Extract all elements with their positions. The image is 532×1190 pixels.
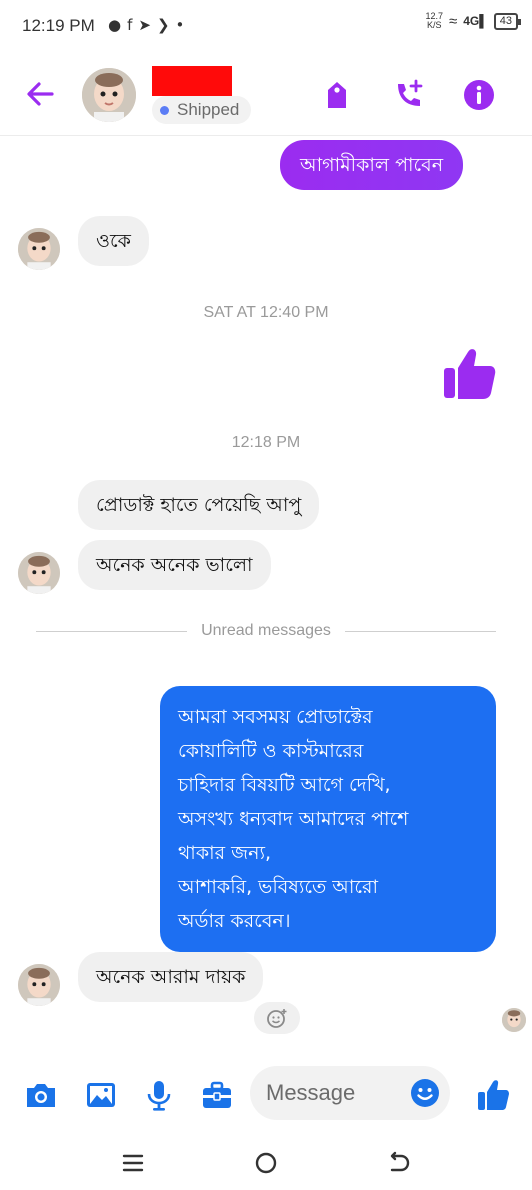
message-bubble-outgoing[interactable]: আগামীকাল পাবেন <box>280 140 464 190</box>
timestamp-divider: SAT AT 12:40 PM <box>203 304 329 321</box>
message-bubble-outgoing[interactable]: আমরা সবসময় প্রোডাক্টের কোয়ালিটি ও কাস্… <box>160 686 496 952</box>
menu-icon[interactable] <box>118 1148 148 1178</box>
chat-header: Shipped <box>0 52 532 136</box>
sender-avatar[interactable] <box>18 552 60 594</box>
chat-bubble-icon: ● <box>108 16 128 34</box>
back-arrow-icon[interactable] <box>22 76 58 112</box>
unread-divider: Unread messages <box>36 622 496 640</box>
message-bubble-incoming[interactable]: অনেক অনেক ভালো <box>78 540 271 590</box>
signal-label: 4G <box>463 14 480 28</box>
message-line: চাহিদার বিষয়টি আগে দেখি, <box>178 774 391 796</box>
tag-icon[interactable] <box>320 78 354 112</box>
net-speed-unit: K/S <box>426 20 442 30</box>
arrow-icon: ❯ <box>156 16 176 34</box>
contact-avatar[interactable] <box>82 68 136 122</box>
net-speed: 12.7 K/S <box>425 12 443 30</box>
timestamp-divider: 12:18 PM <box>231 434 301 451</box>
microphone-icon[interactable] <box>142 1078 176 1112</box>
status-text: Shipped <box>177 100 240 119</box>
message-text: ওকে <box>96 230 131 252</box>
battery-level: 43 <box>499 14 512 27</box>
message-line: থাকার জন্য, <box>178 842 271 864</box>
message-text: অনেক আরাম দায়ক <box>96 966 246 988</box>
status-dot <box>160 105 169 115</box>
info-icon[interactable] <box>462 78 496 112</box>
add-reaction-icon <box>267 1009 287 1028</box>
gallery-icon[interactable] <box>84 1078 118 1112</box>
message-bubble-incoming[interactable]: প্রোডাক্ট হাতে পেয়েছি আপু <box>78 480 320 530</box>
sender-avatar[interactable] <box>18 228 60 270</box>
seen-avatar <box>502 1008 526 1032</box>
like-sticker-icon[interactable] <box>440 344 498 402</box>
message-line: অর্ডার করবেন। <box>178 910 291 932</box>
emoji-icon[interactable] <box>410 1078 440 1108</box>
notification-icons: ●f➤❯• <box>108 16 190 34</box>
status-time: 12:19 PM <box>22 16 95 35</box>
wifi-icon: ≈ <box>448 12 458 30</box>
status-right: 12.7 K/S ≈ 4G▌ 43 <box>425 12 522 30</box>
order-status-chip[interactable]: Shipped <box>152 96 252 124</box>
message-composer <box>0 1062 532 1126</box>
home-icon[interactable] <box>251 1148 281 1178</box>
toolbox-icon[interactable] <box>200 1078 234 1112</box>
message-text: প্রোডাক্ট হাতে পেয়েছি আপু <box>96 494 302 516</box>
back-icon[interactable] <box>384 1148 414 1178</box>
camera-icon[interactable] <box>24 1078 58 1112</box>
dot-icon: • <box>175 16 191 34</box>
message-text: আগামীকাল পাবেন <box>300 154 444 176</box>
message-list[interactable]: আগামীকাল পাবেন ওকে SAT AT 12:40 PM 12:18… <box>0 136 532 1046</box>
battery-icon: 43 <box>493 12 522 30</box>
send-icon: ➤ <box>138 16 157 34</box>
message-input-container[interactable] <box>250 1066 450 1120</box>
system-nav-bar <box>0 1136 532 1190</box>
status-bar: 12:19 PM ●f➤❯• 12.7 K/S ≈ 4G▌ 43 <box>0 0 532 52</box>
message-line: আশাকরি, ভবিষ্যতে আরো <box>178 876 379 898</box>
message-line: আমরা সবসময় প্রোডাক্টের <box>178 706 373 728</box>
add-reaction-button[interactable] <box>254 1002 300 1034</box>
contact-name-redacted <box>152 66 232 96</box>
message-input[interactable] <box>266 1078 406 1108</box>
facebook-icon: f <box>127 16 139 34</box>
message-line: কোয়ালিটি ও কাস্টমারের <box>178 740 364 762</box>
message-bubble-incoming[interactable]: অনেক আরাম দায়ক <box>78 952 264 1002</box>
message-text: অনেক অনেক ভালো <box>96 554 253 576</box>
message-line: অসংখ্য ধন্যবাদ আমাদের পাশে <box>178 808 409 830</box>
message-bubble-incoming[interactable]: ওকে <box>78 216 149 266</box>
sender-avatar[interactable] <box>18 964 60 1006</box>
call-add-icon[interactable] <box>392 78 426 112</box>
like-icon[interactable] <box>476 1078 510 1112</box>
unread-label: Unread messages <box>201 622 331 639</box>
divider-line <box>344 630 496 632</box>
divider-line <box>36 630 188 632</box>
signal-icon: 4G▌ <box>463 14 488 28</box>
